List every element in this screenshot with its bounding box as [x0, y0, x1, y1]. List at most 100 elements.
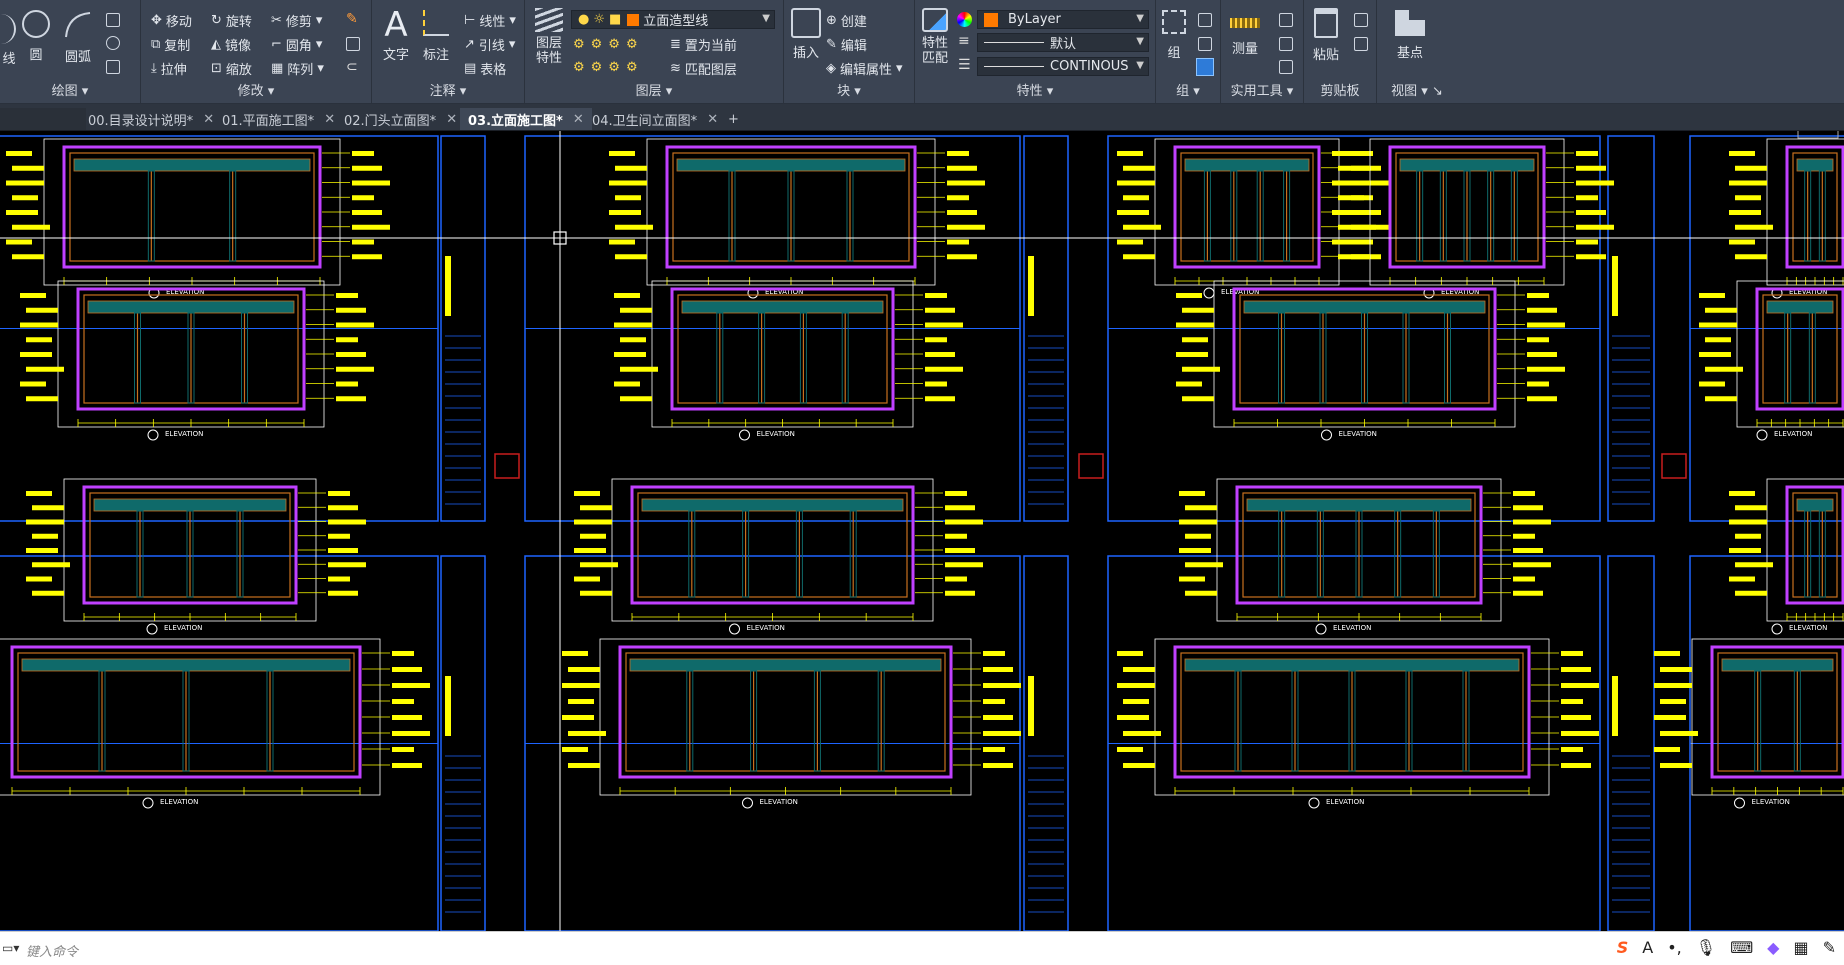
trim-button[interactable]: ✂ 修剪 ▾: [271, 11, 322, 30]
annotation-text: [392, 747, 414, 752]
tab-00-catalog[interactable]: 00.目录设计说明* ✕: [80, 108, 222, 130]
annotation-text: [392, 683, 430, 688]
cut-clip-icon[interactable]: [1354, 37, 1368, 51]
marker-box: [494, 453, 520, 479]
lock-icon: ■: [609, 12, 622, 27]
dimension-button[interactable]: 标注: [416, 10, 456, 63]
group-select-icon[interactable]: [1196, 58, 1214, 76]
array-button[interactable]: ▦ 阵列 ▾: [271, 59, 324, 78]
text-button[interactable]: A 文字: [378, 6, 414, 63]
match-properties-button[interactable]: 特性 匹配: [917, 8, 953, 66]
elevation-label: ELEVATION: [1789, 624, 1827, 632]
measure-button[interactable]: 测量: [1225, 12, 1265, 57]
table-button[interactable]: ▤ 表格: [464, 59, 506, 78]
annotation-text: [336, 337, 358, 343]
linetype-dropdown[interactable]: CONTINOUS ▼: [977, 57, 1149, 76]
close-icon[interactable]: ✕: [324, 112, 335, 127]
modify-panel-title[interactable]: 修改 ▾: [141, 80, 371, 99]
group-button[interactable]: 组: [1158, 10, 1190, 61]
copy-clip-icon[interactable]: [1354, 13, 1368, 27]
new-tab-button[interactable]: +: [720, 108, 747, 130]
leader-button[interactable]: ↗ 引线 ▾: [464, 35, 515, 54]
microphone-icon[interactable]: 🎙: [1696, 938, 1716, 957]
sogou-icon[interactable]: S: [1617, 938, 1629, 957]
draw-panel-title[interactable]: 绘图 ▾: [0, 80, 140, 99]
fillet-button[interactable]: ⌐ 圆角 ▾: [271, 35, 322, 54]
skin-icon[interactable]: ◆: [1767, 938, 1779, 957]
stretch-button[interactable]: ⤓ 拉伸: [151, 59, 187, 78]
color-wheel-icon[interactable]: [957, 12, 972, 27]
id-point-icon[interactable]: [1279, 60, 1293, 74]
groups-panel-title[interactable]: 组 ▾: [1156, 80, 1220, 99]
lineweight-dropdown[interactable]: 默认 ▼: [977, 33, 1149, 52]
annotation-text: [1527, 352, 1557, 357]
layer-tool-icons-row1[interactable]: ⚙⚙⚙⚙: [573, 37, 644, 52]
arc-tool[interactable]: 圆弧: [60, 10, 96, 65]
move-button[interactable]: ✥ 移动: [151, 11, 192, 30]
tools-icon[interactable]: ✎: [1823, 938, 1836, 957]
annotation-text: [947, 195, 969, 201]
make-current-button[interactable]: ≣ 置为当前: [670, 35, 737, 54]
explode-icon[interactable]: [346, 37, 360, 51]
copy-button[interactable]: ⧉ 复制: [151, 35, 190, 54]
match-layer-button[interactable]: ≋ 匹配图层: [670, 59, 737, 78]
erase-icon[interactable]: ✎: [346, 11, 358, 27]
circle-tool[interactable]: 圆: [20, 10, 52, 63]
lintel-band: [1184, 658, 1520, 672]
annotation-text: [1729, 210, 1761, 215]
layer-properties-button[interactable]: 图层 特性: [529, 8, 569, 66]
rotate-button[interactable]: ↻ 旋转: [211, 11, 252, 30]
punctuation-icon[interactable]: •,: [1667, 938, 1682, 957]
annotation-text: [6, 210, 38, 215]
base-view-button[interactable]: 基点: [1385, 10, 1435, 61]
hatch-icon[interactable]: [106, 36, 120, 50]
view-panel-title[interactable]: 视图 ▾ ↘: [1377, 80, 1457, 99]
boundary-icon[interactable]: [106, 60, 120, 74]
close-icon[interactable]: ✕: [446, 112, 457, 127]
annotation-text: [1527, 293, 1549, 298]
command-history-icon[interactable]: ▭▾: [2, 941, 19, 955]
mirror-button[interactable]: ◭ 镜像: [211, 35, 251, 54]
scale-button[interactable]: ⊡ 缩放: [211, 59, 252, 78]
paste-button[interactable]: 粘贴: [1308, 8, 1344, 63]
title-block: [440, 555, 486, 931]
ungroup-icon[interactable]: [1198, 13, 1212, 27]
properties-panel-title[interactable]: 特性 ▾: [915, 80, 1155, 99]
utilities-panel-title[interactable]: 实用工具 ▾: [1221, 80, 1303, 99]
edit-block-button[interactable]: ✎ 编辑: [826, 35, 867, 54]
close-icon[interactable]: ✕: [707, 112, 718, 127]
close-icon[interactable]: ✕: [203, 112, 214, 127]
dimension-icon: [423, 10, 449, 36]
tab-start[interactable]: [0, 108, 86, 130]
tab-03-elevation[interactable]: 03.立面施工图* ✕: [460, 108, 592, 130]
group-edit-icon[interactable]: [1198, 37, 1212, 51]
cad-drawing[interactable]: ELEVATION ELEVATION ELEVATION ELEVATION ELEV…: [0, 131, 1844, 931]
calc-icon[interactable]: [1279, 13, 1293, 27]
close-icon[interactable]: ✕: [573, 112, 584, 127]
rectangle-icon[interactable]: [106, 13, 120, 27]
annotation-text: [947, 224, 985, 230]
linear-button[interactable]: ⊢ 线性 ▾: [464, 11, 516, 30]
color-dropdown[interactable]: ByLayer ▼: [977, 10, 1149, 29]
edit-attributes-button[interactable]: ◈ 编辑属性 ▾: [826, 59, 903, 78]
text-mode-icon[interactable]: A: [1642, 938, 1653, 957]
keyboard-icon[interactable]: ⌨: [1730, 938, 1753, 957]
line-tool[interactable]: 线: [0, 14, 18, 67]
create-block-button[interactable]: ⊕ 创建: [826, 11, 867, 30]
command-input[interactable]: 键入命令: [26, 941, 78, 960]
layer-tool-icons-row2[interactable]: ⚙⚙⚙⚙: [573, 60, 644, 75]
offset-icon[interactable]: ⊂: [346, 59, 358, 75]
annotation-text: [925, 322, 963, 328]
layer-dropdown[interactable]: ● ☼ ■ 立面造型线 ▼: [571, 10, 775, 29]
tab-02-storefront[interactable]: 02.门头立面图* ✕: [336, 108, 465, 130]
layers-panel-title[interactable]: 图层 ▾: [525, 80, 783, 99]
tab-01-plan[interactable]: 01.平面施工图* ✕: [214, 108, 343, 130]
quick-select-icon[interactable]: [1279, 37, 1293, 51]
annotation-panel-title[interactable]: 注释 ▾: [372, 80, 524, 99]
apps-icon[interactable]: ▦: [1793, 938, 1808, 957]
block-panel-title[interactable]: 块 ▾: [784, 80, 914, 99]
insert-button[interactable]: 插入: [788, 8, 824, 61]
annotation-text: [1332, 180, 1370, 186]
drawing-canvas[interactable]: ELEVATION ELEVATION ELEVATION ELEVATION ELEV…: [0, 131, 1844, 931]
tab-04-restroom[interactable]: 04.卫生间立面图* ✕: [584, 108, 726, 130]
